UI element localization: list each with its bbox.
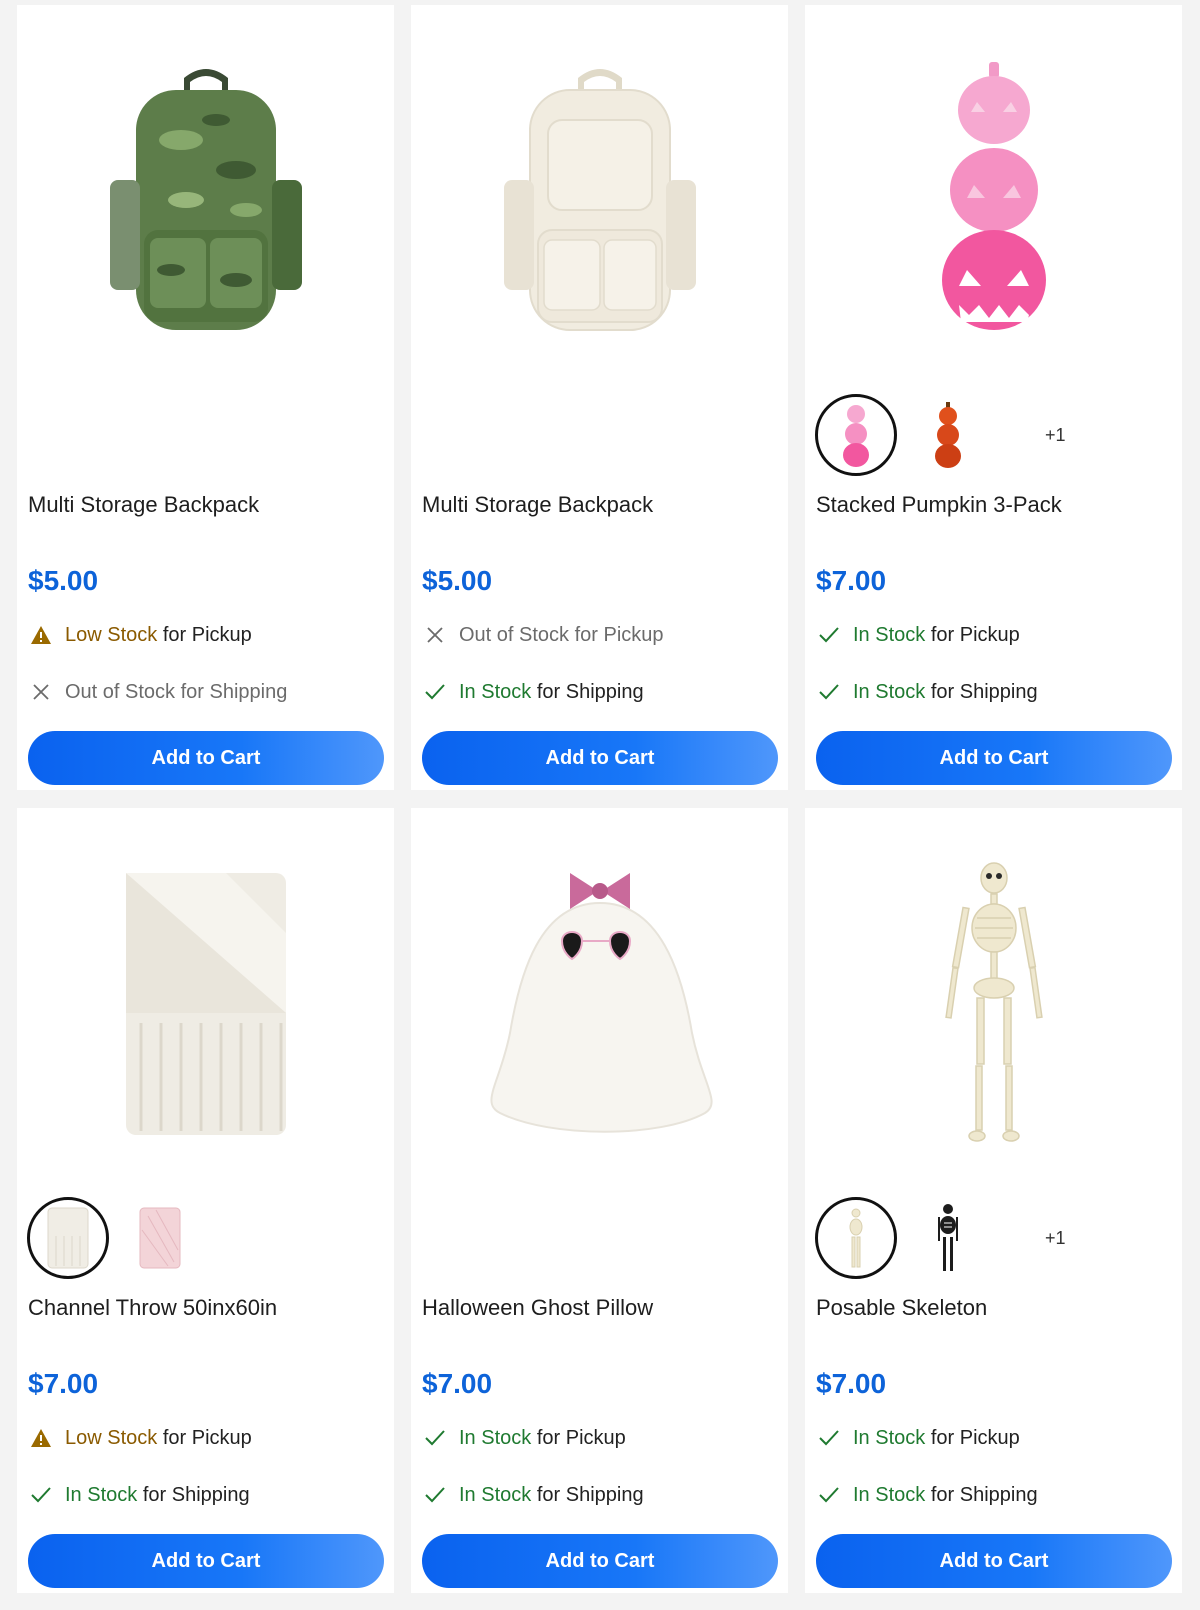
shipping-availability: In Stock for Shipping	[28, 1482, 250, 1508]
pickup-status: Out of Stock	[459, 623, 570, 646]
warning-icon	[28, 1425, 54, 1451]
product-image[interactable]	[17, 5, 394, 395]
pickup-status: In Stock	[853, 1426, 926, 1449]
color-swatches: +1	[815, 1196, 1066, 1280]
swatch-pink[interactable]	[815, 394, 897, 476]
pickup-status: Low Stock	[65, 623, 158, 646]
throw-blanket-image	[125, 873, 286, 1135]
product-title[interactable]: Posable Skeleton	[816, 1295, 987, 1321]
check-icon	[816, 679, 842, 705]
swatch-cream[interactable]	[815, 1197, 897, 1279]
product-image[interactable]	[805, 5, 1182, 395]
shipping-availability: In Stock for Shipping	[422, 679, 644, 705]
product-price: $7.00	[422, 1368, 493, 1399]
color-swatches	[27, 1196, 211, 1280]
pickup-method: for Pickup	[162, 623, 252, 646]
product-card: Channel Throw 50inx60in $7.00 Low Stock …	[17, 808, 394, 1593]
check-icon	[422, 1425, 448, 1451]
product-image[interactable]	[411, 5, 788, 395]
product-card: Halloween Ghost Pillow $7.00 In Stock fo…	[411, 808, 788, 1593]
product-image[interactable]	[805, 808, 1182, 1198]
product-image[interactable]	[17, 808, 394, 1198]
swatch-cream[interactable]	[27, 1197, 109, 1279]
add-to-cart-button[interactable]: Add to Cart	[816, 1534, 1172, 1588]
pickup-availability: Out of Stock for Pickup	[422, 622, 664, 648]
product-price: $7.00	[28, 1368, 99, 1399]
add-to-cart-button[interactable]: Add to Cart	[422, 1534, 778, 1588]
product-price: $7.00	[816, 1368, 887, 1399]
check-icon	[816, 1425, 842, 1451]
pickup-status: In Stock	[853, 623, 926, 646]
more-swatches-link[interactable]: +1	[1045, 1228, 1066, 1249]
check-icon	[422, 1482, 448, 1508]
pickup-availability: Low Stock for Pickup	[28, 1425, 252, 1451]
pickup-availability: In Stock for Pickup	[422, 1425, 626, 1451]
check-icon	[422, 679, 448, 705]
product-title[interactable]: Halloween Ghost Pillow	[422, 1295, 653, 1321]
add-to-cart-button[interactable]: Add to Cart	[816, 731, 1172, 785]
product-title[interactable]: Stacked Pumpkin 3-Pack	[816, 492, 1062, 518]
product-price: $7.00	[816, 565, 887, 596]
product-title[interactable]: Channel Throw 50inx60in	[28, 1295, 277, 1321]
product-image[interactable]	[411, 808, 788, 1198]
x-icon	[28, 679, 54, 705]
ghost-pillow-image	[490, 873, 713, 1133]
product-title[interactable]: Multi Storage Backpack	[422, 492, 653, 518]
shipping-availability: In Stock for Shipping	[422, 1482, 644, 1508]
pickup-method: for Pickup	[536, 1426, 626, 1449]
swatch-orange[interactable]	[907, 394, 989, 476]
product-card: Multi Storage Backpack $5.00 Out of Stoc…	[411, 5, 788, 790]
shipping-method: for Shipping	[930, 1483, 1038, 1506]
product-card: Multi Storage Backpack $5.00 Low Stock f…	[17, 5, 394, 790]
shipping-status: In Stock	[853, 680, 926, 703]
pickup-method: for Pickup	[574, 623, 664, 646]
check-icon	[28, 1482, 54, 1508]
shipping-availability: Out of Stock for Shipping	[28, 679, 287, 705]
shipping-status: In Stock	[853, 1483, 926, 1506]
shipping-method: for Shipping	[536, 1483, 644, 1506]
check-icon	[816, 1482, 842, 1508]
product-title[interactable]: Multi Storage Backpack	[28, 492, 259, 518]
product-card: +1 Posable Skeleton $7.00 In Stock for P…	[805, 808, 1182, 1593]
shipping-status: Out of Stock	[65, 680, 176, 703]
more-swatches-link[interactable]: +1	[1045, 425, 1066, 446]
pickup-status: Low Stock	[65, 1426, 158, 1449]
color-swatches: +1	[815, 393, 1066, 477]
product-price: $5.00	[28, 565, 99, 596]
shipping-method: for Shipping	[930, 680, 1038, 703]
add-to-cart-button[interactable]: Add to Cart	[28, 731, 384, 785]
pickup-method: for Pickup	[162, 1426, 252, 1449]
swatch-black[interactable]	[907, 1197, 989, 1279]
pumpkin-image	[941, 62, 1046, 330]
pickup-status: In Stock	[459, 1426, 532, 1449]
warning-icon	[28, 622, 54, 648]
add-to-cart-button[interactable]: Add to Cart	[422, 731, 778, 785]
shipping-status: In Stock	[65, 1483, 138, 1506]
pickup-method: for Pickup	[930, 623, 1020, 646]
shipping-method: for Shipping	[180, 680, 288, 703]
pickup-method: for Pickup	[930, 1426, 1020, 1449]
x-icon	[422, 622, 448, 648]
shipping-method: for Shipping	[536, 680, 644, 703]
pickup-availability: Low Stock for Pickup	[28, 622, 252, 648]
shipping-method: for Shipping	[142, 1483, 250, 1506]
shipping-status: In Stock	[459, 680, 532, 703]
swatch-pink[interactable]	[119, 1197, 201, 1279]
backpack-image	[109, 69, 302, 330]
skeleton-image	[944, 862, 1043, 1142]
shipping-availability: In Stock for Shipping	[816, 1482, 1038, 1508]
product-price: $5.00	[422, 565, 493, 596]
pickup-availability: In Stock for Pickup	[816, 622, 1020, 648]
shipping-status: In Stock	[459, 1483, 532, 1506]
product-grid: Multi Storage Backpack $5.00 Low Stock f…	[17, 5, 1185, 1593]
check-icon	[816, 622, 842, 648]
add-to-cart-button[interactable]: Add to Cart	[28, 1534, 384, 1588]
backpack-image	[503, 69, 696, 331]
shipping-availability: In Stock for Shipping	[816, 679, 1038, 705]
pickup-availability: In Stock for Pickup	[816, 1425, 1020, 1451]
product-card: +1 Stacked Pumpkin 3-Pack $7.00 In Stock…	[805, 5, 1182, 790]
